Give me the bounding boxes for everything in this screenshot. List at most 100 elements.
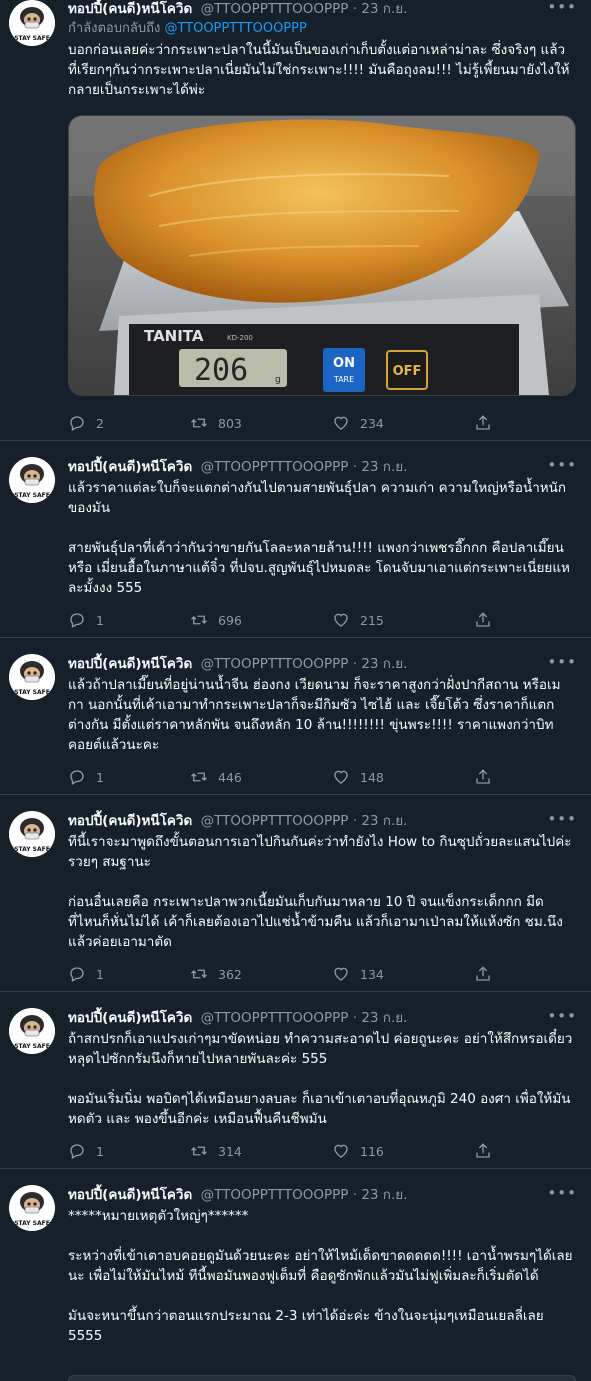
reply-icon <box>70 613 84 628</box>
display-name[interactable]: ทอปปี้(คนดี)หนีโควิด <box>68 656 192 672</box>
avatar[interactable]: STAY SAFE <box>9 811 55 857</box>
tweet-paragraph: สายพันธุ์ปลาที่เค้าว่ากันว่าขายกันโลละหล… <box>68 540 570 596</box>
more-options-icon[interactable]: ••• <box>547 1183 577 1203</box>
avatar[interactable]: STAY SAFE <box>9 1008 55 1054</box>
username[interactable]: @TTOOPPTTTOOOPPP <box>201 459 349 475</box>
display-name[interactable]: ทอปปี้(คนดี)หนีโควิด <box>68 459 192 475</box>
tweet-divider <box>0 440 591 441</box>
username[interactable]: @TTOOPPTTTOOOPPP <box>201 1 349 17</box>
display-name[interactable]: ทอปปี้(คนดี)หนีโควิด <box>68 813 192 829</box>
svg-text:TANITA: TANITA <box>144 327 204 345</box>
display-name[interactable]: ทอปปี้(คนดี)หนีโควิด <box>68 1187 192 1203</box>
tweet-header: ทอปปี้(คนดี)หนีโควิด @TTOOPPTTTOOOPPP · … <box>68 1006 577 1028</box>
like-count: 134 <box>360 966 384 982</box>
tweet[interactable]: STAY SAFE ทอปปี้(คนดี)หนีโควิด @TTOOPPTT… <box>0 0 591 441</box>
display-name[interactable]: ทอปปี้(คนดี)หนีโควิด <box>68 1010 192 1026</box>
like-count: 234 <box>360 415 384 431</box>
reply-button[interactable]: 1 <box>68 767 104 787</box>
separator-dot: · <box>352 1010 358 1026</box>
username[interactable]: @TTOOPPTTTOOOPPP <box>201 656 349 672</box>
like-button[interactable]: 116 <box>332 1141 384 1161</box>
timestamp[interactable]: 23 ก.ย. <box>361 1187 407 1203</box>
more-options-icon[interactable]: ••• <box>547 652 577 672</box>
like-button[interactable]: 148 <box>332 767 384 787</box>
retweet-icon <box>191 615 207 625</box>
retweet-button[interactable]: 362 <box>190 964 242 984</box>
more-options-icon[interactable]: ••• <box>547 809 577 829</box>
avatar[interactable]: STAY SAFE <box>9 0 55 46</box>
reply-count: 1 <box>96 1143 104 1159</box>
more-options-icon[interactable]: ••• <box>547 0 577 17</box>
share-button[interactable] <box>474 413 502 433</box>
svg-text:STAY SAFE: STAY SAFE <box>14 492 50 499</box>
heart-icon <box>334 613 348 627</box>
reply-button[interactable]: 2 <box>68 413 104 433</box>
share-icon <box>476 966 490 981</box>
timestamp[interactable]: 23 ก.ย. <box>361 1 407 17</box>
tweet-text: *****หมายเหตุตัวใหญ่ๆ****** ระหว่างที่เข… <box>68 1206 573 1346</box>
tweet-text: แล้วถ้าปลาเมี๊ยนที่อยู่น่านน้ำจีน ฮ่องกง… <box>68 675 573 755</box>
tweet-text: บอกก่อนเลยค่ะว่ากระเพาะปลาในนี้มันเป็นขอ… <box>68 40 573 100</box>
reply-button[interactable]: 1 <box>68 610 104 630</box>
tweet-paragraph: แล้วราคาแต่ละใบก็จะแตกต่างกันไปตามสายพัน… <box>68 480 567 516</box>
more-options-icon[interactable]: ••• <box>547 1006 577 1026</box>
svg-text:STAY SAFE: STAY SAFE <box>14 846 50 853</box>
timestamp[interactable]: 23 ก.ย. <box>361 1010 407 1026</box>
timestamp[interactable]: 23 ก.ย. <box>361 459 407 475</box>
svg-text:KD-200: KD-200 <box>227 334 253 342</box>
username[interactable]: @TTOOPPTTTOOOPPP <box>201 1010 349 1026</box>
tweet-image[interactable]: TANITA KD-200 206 g ON TARE OFF <box>68 115 576 396</box>
share-button[interactable] <box>474 964 502 984</box>
display-name[interactable]: ทอปปี้(คนดี)หนีโควิด <box>68 1 192 17</box>
heart-icon <box>334 967 348 981</box>
username[interactable]: @TTOOPPTTTOOOPPP <box>201 813 349 829</box>
tweet-divider <box>0 991 591 992</box>
tweet-paragraph: *****หมายเหตุตัวใหญ่ๆ****** <box>68 1208 249 1224</box>
like-button[interactable]: 234 <box>332 413 384 433</box>
tweet-paragraph: ทีนี้เราจะมาพูดถึงขั้นตอนการเอาไปกินกันค… <box>68 834 572 870</box>
tweet-paragraph: ถ้าสกปรกก็เอาแปรงเก่าๆมาขัดหน่อย ทำความส… <box>68 1031 573 1067</box>
reply-button[interactable]: 1 <box>68 1141 104 1161</box>
more-options-icon[interactable]: ••• <box>547 455 577 475</box>
separator-dot: · <box>352 813 358 829</box>
reply-icon <box>70 1144 84 1159</box>
avatar[interactable]: STAY SAFE <box>9 457 55 503</box>
tweet[interactable]: STAY SAFE ทอปปี้(คนดี)หนีโควิด @TTOOPPTT… <box>0 652 591 795</box>
username[interactable]: @TTOOPPTTTOOOPPP <box>201 1187 349 1203</box>
tweet[interactable]: STAY SAFE ทอปปี้(คนดี)หนีโควิด @TTOOPPTT… <box>0 455 591 638</box>
avatar[interactable]: STAY SAFE <box>9 654 55 700</box>
timestamp[interactable]: 23 ก.ย. <box>361 656 407 672</box>
tweet[interactable]: STAY SAFE ทอปปี้(คนดี)หนีโควิด @TTOOPPTT… <box>0 1006 591 1169</box>
replying-to-label: กำลังตอบกลับถึง <box>68 21 161 36</box>
svg-text:TARE: TARE <box>333 375 354 384</box>
retweet-icon <box>191 418 207 428</box>
retweet-button[interactable]: 446 <box>190 767 242 787</box>
share-button[interactable] <box>474 610 502 630</box>
heart-icon <box>334 770 348 784</box>
like-button[interactable]: 215 <box>332 610 384 630</box>
tweet[interactable]: STAY SAFE ทอปปี้(คนดี)หนีโควิด @TTOOPPTT… <box>0 1183 591 1381</box>
retweet-icon <box>191 772 207 782</box>
reply-button[interactable]: 1 <box>68 964 104 984</box>
retweet-button[interactable]: 803 <box>190 413 242 433</box>
like-count: 148 <box>360 769 384 785</box>
tweet-text: ถ้าสกปรกก็เอาแปรงเก่าๆมาขัดหน่อย ทำความส… <box>68 1029 573 1129</box>
svg-text:STAY SAFE: STAY SAFE <box>14 689 50 696</box>
svg-text:STAY SAFE: STAY SAFE <box>14 1043 50 1050</box>
share-icon <box>476 769 490 784</box>
replying-to: กำลังตอบกลับถึง @TTOOPPTTTOOOPPP <box>68 20 307 38</box>
tweet-paragraph: พอมันเริ่มนิ่ม พอบิดๆได้เหมือนยางลบละ ก็… <box>68 1091 571 1127</box>
reply-icon <box>70 967 84 982</box>
share-button[interactable] <box>474 767 502 787</box>
share-icon <box>476 612 490 627</box>
avatar[interactable]: STAY SAFE <box>9 1185 55 1231</box>
tweet-paragraph: มันจะหนาขึ้นกว่าตอนแรกประมาณ 2-3 เท่าได้… <box>68 1308 544 1344</box>
retweet-count: 314 <box>218 1143 242 1159</box>
timestamp[interactable]: 23 ก.ย. <box>361 813 407 829</box>
retweet-button[interactable]: 314 <box>190 1141 242 1161</box>
like-button[interactable]: 134 <box>332 964 384 984</box>
reply-mention-link[interactable]: @TTOOPPTTTOOOPPP <box>164 21 306 36</box>
retweet-button[interactable]: 696 <box>190 610 242 630</box>
share-button[interactable] <box>474 1141 502 1161</box>
tweet[interactable]: STAY SAFE ทอปปี้(คนดี)หนีโควิด @TTOOPPTT… <box>0 809 591 992</box>
